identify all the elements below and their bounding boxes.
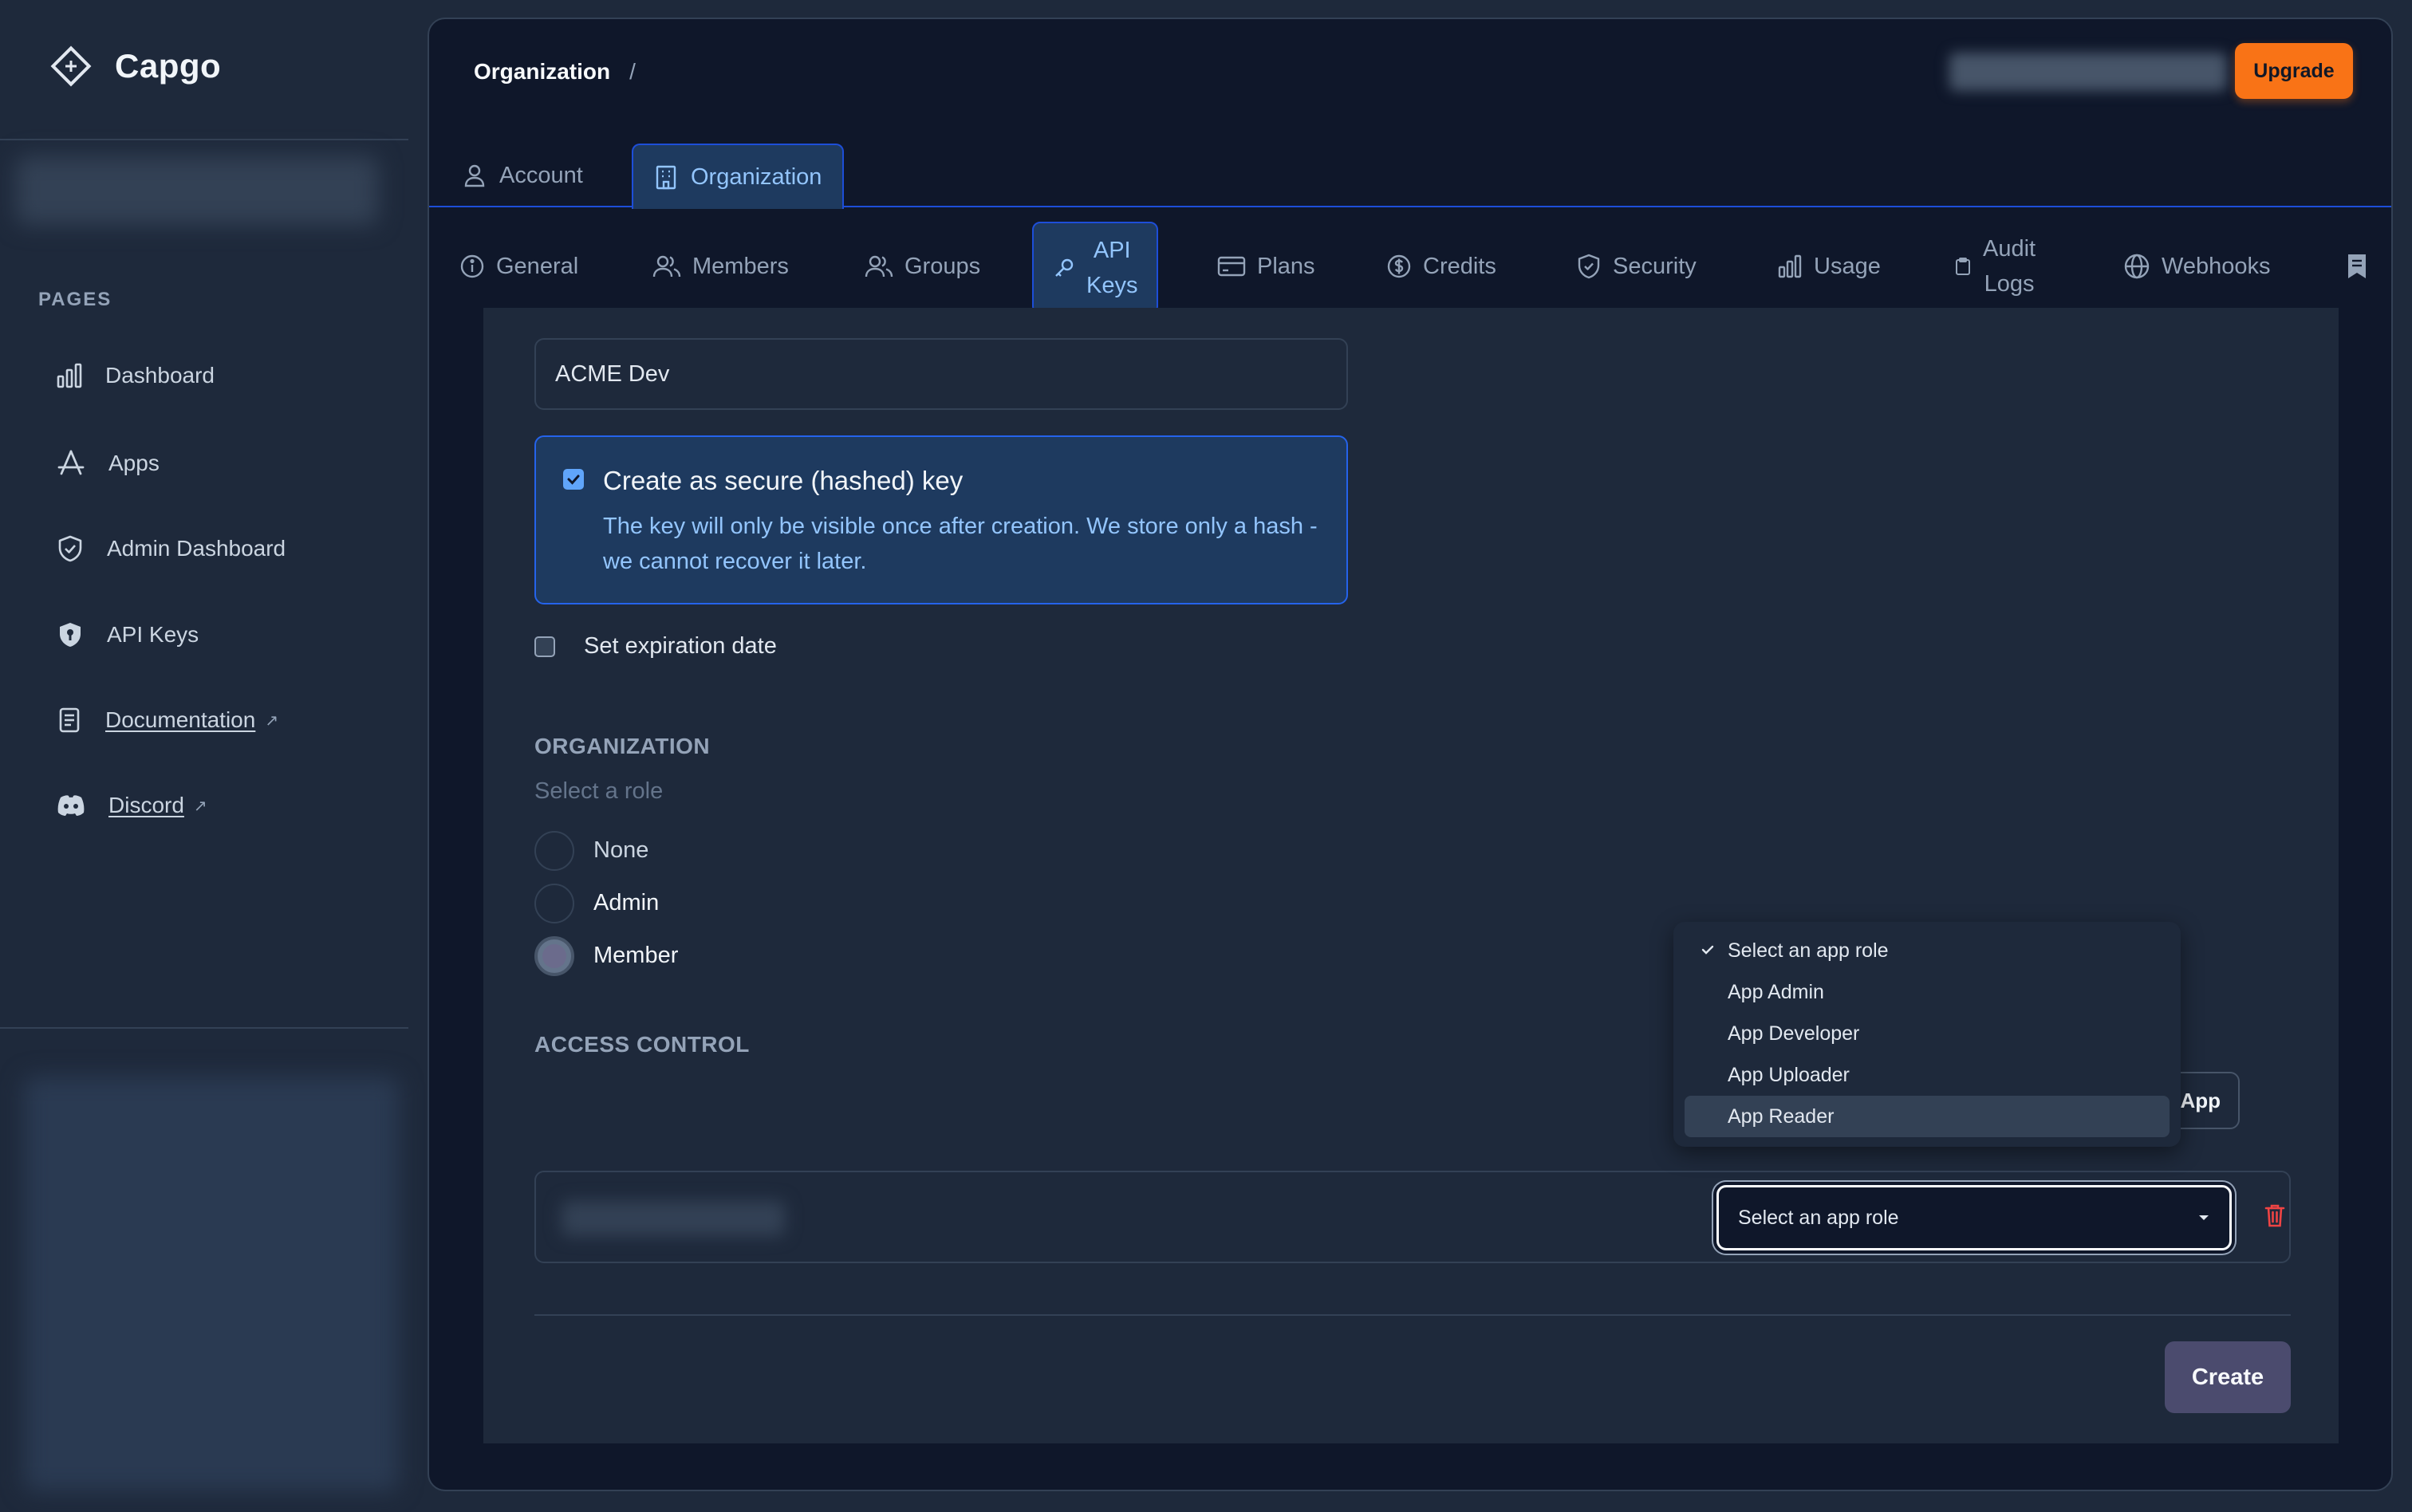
- user-panel-blurred[interactable]: [24, 1077, 399, 1491]
- tab-api-keys[interactable]: API Keys: [1032, 222, 1159, 314]
- tab-organization[interactable]: Organization: [632, 144, 845, 209]
- dropdown-option-app-uploader[interactable]: App Uploader: [1685, 1054, 2170, 1096]
- tab-label: Webhooks: [2162, 253, 2271, 279]
- shield-key-icon: [56, 620, 85, 649]
- capgo-logo-icon: [49, 45, 93, 88]
- tab-more[interactable]: [2347, 207, 2367, 325]
- secure-key-option[interactable]: Create as secure (hashed) key The key wi…: [534, 435, 1348, 604]
- role-label-admin: Admin: [593, 890, 660, 915]
- organization-section-subtitle: Select a role: [534, 778, 664, 804]
- breadcrumb-separator: /: [629, 59, 636, 84]
- role-label-member: Member: [593, 943, 679, 968]
- users-icon: [652, 254, 681, 279]
- bookmark-icon: [2347, 253, 2367, 280]
- credit-card-icon: [1217, 255, 1246, 278]
- check-icon: [1701, 943, 1715, 957]
- sidebar-item-admin-dashboard[interactable]: Admin Dashboard: [56, 534, 286, 563]
- settings-top-tabs: Account Organization: [429, 126, 2391, 209]
- dropdown-option-select-app-role[interactable]: Select an app role: [1685, 930, 2170, 971]
- upgrade-button[interactable]: Upgrade: [2235, 43, 2353, 99]
- discord-icon: [56, 793, 86, 817]
- dollar-circle-icon: [1386, 254, 1412, 279]
- tab-label: Members: [692, 253, 789, 279]
- breadcrumb-organization[interactable]: Organization: [474, 59, 610, 85]
- app-access-row: Select an app role: [534, 1171, 2291, 1263]
- shield-check-icon: [56, 534, 85, 563]
- user-icon: [463, 163, 487, 187]
- external-link-icon: ↗: [265, 711, 279, 730]
- form-divider: [534, 1314, 2291, 1316]
- sidebar-item-label: Discord: [108, 793, 184, 817]
- sidebar-item-label: API Keys: [107, 622, 199, 647]
- tab-label: General: [496, 253, 579, 279]
- dropdown-option-app-developer[interactable]: App Developer: [1685, 1013, 2170, 1054]
- caret-down-icon: [2197, 1214, 2210, 1222]
- sidebar: Capgo PAGES Dashboard Apps Admin Dashboa…: [0, 0, 408, 1512]
- breadcrumb: Organization /: [474, 59, 636, 85]
- app-role-select-value: Select an app role: [1738, 1206, 1899, 1229]
- sidebar-item-label: Documentation: [105, 707, 256, 732]
- key-icon: [1053, 257, 1075, 279]
- sidebar-item-dashboard[interactable]: Dashboard: [56, 362, 215, 389]
- role-radio-none[interactable]: [534, 831, 574, 871]
- secure-key-title: Create as secure (hashed) key: [603, 466, 964, 495]
- key-name-input[interactable]: ACME Dev: [534, 338, 1348, 410]
- create-button[interactable]: Create: [2165, 1341, 2291, 1413]
- globe-icon: [2123, 253, 2150, 280]
- sidebar-item-documentation[interactable]: Documentation ↗: [56, 707, 278, 734]
- sidebar-divider: [0, 139, 408, 140]
- dropdown-option-app-admin[interactable]: App Admin: [1685, 971, 2170, 1013]
- tab-label: Credits: [1423, 253, 1496, 279]
- org-switcher-blurred[interactable]: [16, 156, 378, 225]
- info-icon: [459, 254, 485, 279]
- sidebar-item-api-keys[interactable]: API Keys: [56, 620, 199, 649]
- external-link-icon: ↗: [193, 797, 207, 815]
- sidebar-item-discord[interactable]: Discord ↗: [56, 793, 207, 818]
- tab-label: Usage: [1814, 253, 1881, 279]
- sidebar-divider: [0, 1027, 408, 1029]
- tab-label: Audit Logs: [1983, 236, 2036, 297]
- organization-section-title: ORGANIZATION: [534, 734, 711, 758]
- role-label-none: None: [593, 837, 649, 863]
- sidebar-item-label: Admin Dashboard: [107, 536, 286, 561]
- sidebar-item-apps[interactable]: Apps: [56, 448, 160, 478]
- sidebar-section-label: PAGES: [38, 289, 112, 310]
- dropdown-option-app-reader[interactable]: App Reader: [1685, 1096, 2170, 1137]
- access-control-section-title: ACCESS CONTROL: [534, 1032, 750, 1057]
- api-key-form: ACME Dev Create as secure (hashed) key T…: [483, 308, 2339, 1443]
- main-panel: Organization / Upgrade Account Organizat…: [428, 18, 2393, 1491]
- brand[interactable]: Capgo: [49, 45, 221, 88]
- app-store-icon: [56, 448, 86, 478]
- tab-label: Organization: [691, 163, 822, 190]
- shield-icon: [1576, 253, 1602, 280]
- role-radio-member[interactable]: [534, 936, 574, 976]
- bar-chart-icon: [56, 362, 83, 389]
- clipboard-icon: [1954, 257, 1972, 276]
- users-icon: [865, 254, 893, 279]
- user-info-blurred[interactable]: [1949, 53, 2227, 91]
- document-icon: [56, 707, 83, 734]
- app-role-select[interactable]: Select an app role: [1716, 1185, 2232, 1250]
- secure-key-description: The key will only be visible once after …: [603, 514, 1318, 574]
- tab-label: Security: [1613, 253, 1697, 279]
- app-name: Capgo: [115, 47, 222, 85]
- bar-chart-icon: [1777, 254, 1803, 279]
- tab-label: API Keys: [1086, 238, 1138, 298]
- secure-key-checkbox[interactable]: [563, 469, 584, 490]
- expiration-checkbox[interactable]: [534, 636, 555, 657]
- sidebar-item-label: Dashboard: [105, 363, 215, 388]
- expiration-label: Set expiration date: [584, 633, 777, 659]
- sidebar-item-label: Apps: [108, 451, 160, 475]
- tab-label: Plans: [1257, 253, 1315, 279]
- app-name-blurred: [562, 1201, 785, 1236]
- trash-icon: [2264, 1203, 2286, 1228]
- tab-account[interactable]: Account: [442, 144, 604, 207]
- tab-label: Account: [499, 162, 583, 188]
- building-icon: [654, 164, 678, 190]
- delete-app-button[interactable]: [2264, 1203, 2286, 1228]
- role-radio-admin[interactable]: [534, 884, 574, 923]
- tab-label: Groups: [905, 253, 981, 279]
- app-role-dropdown: Select an app role App Admin App Develop…: [1673, 922, 2181, 1147]
